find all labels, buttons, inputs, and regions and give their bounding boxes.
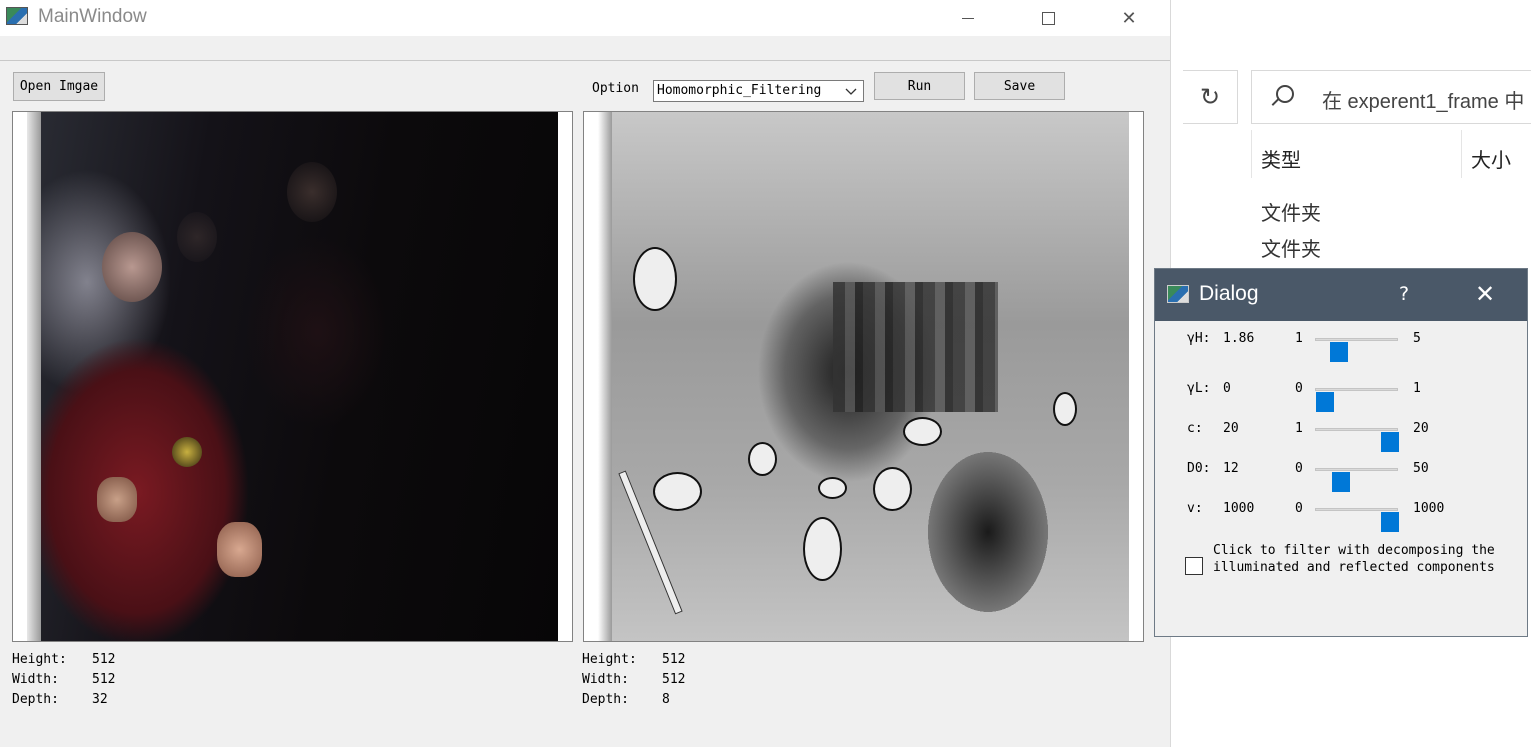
param-max: 1000 <box>1413 501 1445 516</box>
save-button[interactable]: Save <box>974 72 1065 100</box>
main-window: MainWindow ✕ Open Imgae Option Homomorph… <box>0 0 1170 747</box>
height-value: 512 <box>92 652 116 667</box>
search-box[interactable]: 在 experent1_frame 中 <box>1251 70 1531 124</box>
param-min: 1 <box>1295 331 1303 346</box>
minimize-icon <box>962 17 974 19</box>
width-value: 512 <box>92 672 116 687</box>
option-select[interactable]: Homomorphic_Filtering <box>653 80 864 102</box>
minimize-button[interactable] <box>945 0 991 36</box>
dialog-title: Dialog <box>1199 282 1259 305</box>
param-max: 20 <box>1413 421 1429 436</box>
gamma-h-slider[interactable] <box>1315 338 1398 362</box>
slider-handle[interactable] <box>1316 392 1334 412</box>
chevron-down-icon <box>845 84 857 104</box>
maximize-icon <box>1041 11 1055 25</box>
depth-label: Depth: <box>12 692 59 707</box>
depth-label: Depth: <box>582 692 629 707</box>
app-icon <box>1167 285 1189 303</box>
column-divider <box>1461 130 1462 178</box>
param-label: D0: <box>1187 461 1211 476</box>
height-label: Height: <box>12 652 67 667</box>
option-label: Option <box>592 81 639 96</box>
param-row-gamma-l: γL: 0 0 1 <box>1155 375 1527 412</box>
param-min: 0 <box>1295 381 1303 396</box>
close-icon: ✕ <box>1475 280 1496 308</box>
dialog-title-bar: Dialog ? ✕ <box>1155 269 1527 321</box>
param-max: 5 <box>1413 331 1421 346</box>
window-title: MainWindow <box>38 6 147 27</box>
param-label: γL: <box>1187 381 1211 396</box>
param-value: 1000 <box>1223 501 1255 516</box>
param-value: 12 <box>1223 461 1239 476</box>
param-value: 1.86 <box>1223 331 1255 346</box>
param-value: 0 <box>1223 381 1231 396</box>
d0-slider[interactable] <box>1315 468 1398 492</box>
search-icon <box>1276 85 1294 103</box>
param-value: 20 <box>1223 421 1239 436</box>
file-type-cell: 文件夹 <box>1261 237 1321 261</box>
title-bar: MainWindow ✕ <box>0 0 1170 36</box>
param-max: 1 <box>1413 381 1421 396</box>
v-slider[interactable] <box>1315 508 1399 532</box>
close-button[interactable]: ✕ <box>1106 0 1152 36</box>
column-divider <box>1251 130 1252 178</box>
menu-bar <box>0 36 1170 61</box>
param-min: 0 <box>1295 501 1303 516</box>
slider-handle[interactable] <box>1381 512 1399 532</box>
original-image-info: Height: 512 Width: 512 Depth: 32 <box>12 650 115 710</box>
width-value: 512 <box>662 672 686 687</box>
decompose-checkbox[interactable] <box>1185 557 1203 575</box>
dialog-close-button[interactable]: ✕ <box>1475 280 1495 308</box>
decompose-checkbox-label[interactable]: Click to filter with decomposing the ill… <box>1213 542 1503 576</box>
maximize-button[interactable] <box>1025 0 1071 36</box>
original-image <box>27 112 558 641</box>
search-placeholder: 在 experent1_frame 中 <box>1322 91 1525 113</box>
run-button[interactable]: Run <box>874 72 965 100</box>
param-row-gamma-h: γH: 1.86 1 5 <box>1155 325 1527 362</box>
original-image-frame <box>12 111 573 642</box>
param-row-c: c: 20 1 20 <box>1155 415 1527 452</box>
refresh-icon: ↻ <box>1199 83 1221 111</box>
gamma-l-slider[interactable] <box>1315 388 1398 412</box>
open-image-button[interactable]: Open Imgae <box>13 72 105 101</box>
param-min: 1 <box>1295 421 1303 436</box>
filtered-image-frame <box>583 111 1144 642</box>
filtered-image-info: Height: 512 Width: 512 Depth: 8 <box>582 650 685 710</box>
param-label: c: <box>1187 421 1203 436</box>
close-icon: ✕ <box>1121 7 1137 29</box>
app-icon <box>6 7 28 25</box>
filtered-image <box>598 112 1129 641</box>
column-header-type[interactable]: 类型 <box>1261 144 1301 173</box>
help-button[interactable]: ? <box>1399 283 1409 305</box>
column-header-size[interactable]: 大小 <box>1471 144 1511 173</box>
slider-handle[interactable] <box>1329 342 1348 362</box>
param-label: γH: <box>1187 331 1211 346</box>
parameter-dialog: Dialog ? ✕ γH: 1.86 1 5 γL: 0 0 1 c: 20 … <box>1154 268 1528 637</box>
option-selected-value: Homomorphic_Filtering <box>657 83 822 98</box>
depth-value: 32 <box>92 692 108 707</box>
refresh-button[interactable]: ↻ <box>1183 70 1238 124</box>
height-label: Height: <box>582 652 637 667</box>
param-label: v: <box>1187 501 1203 516</box>
param-row-d0: D0: 12 0 50 <box>1155 455 1527 492</box>
param-max: 50 <box>1413 461 1429 476</box>
height-value: 512 <box>662 652 686 667</box>
depth-value: 8 <box>662 692 670 707</box>
width-label: Width: <box>582 672 629 687</box>
param-row-v: v: 1000 0 1000 <box>1155 495 1527 532</box>
slider-handle[interactable] <box>1331 472 1350 492</box>
file-type-cell: 文件夹 <box>1261 201 1321 225</box>
c-slider[interactable] <box>1315 428 1399 452</box>
width-label: Width: <box>12 672 59 687</box>
slider-handle[interactable] <box>1381 432 1399 452</box>
param-min: 0 <box>1295 461 1303 476</box>
